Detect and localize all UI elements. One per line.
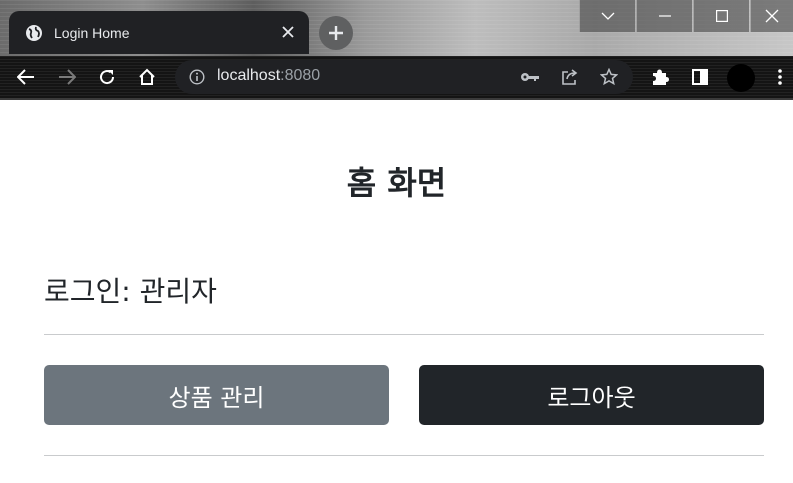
item-management-button[interactable]: 상품 관리 [44, 365, 389, 425]
more-vert-icon [778, 69, 782, 85]
logout-button[interactable]: 로그아웃 [419, 365, 764, 425]
divider [44, 455, 764, 456]
url-text[interactable]: localhost:8080 [217, 67, 320, 85]
tab-title: Login Home [54, 24, 130, 41]
divider [44, 334, 764, 335]
login-status: 로그인: 관리자 [44, 275, 217, 308]
browser-tab[interactable]: Login Home [9, 11, 309, 54]
side-panel-icon [692, 69, 708, 85]
close-icon[interactable] [279, 23, 297, 41]
minimize-button[interactable] [636, 0, 692, 32]
back-arrow-icon [17, 69, 34, 85]
address-bar[interactable]: localhost:8080 [175, 60, 633, 94]
forward-button[interactable] [53, 63, 81, 91]
tab-search-button[interactable] [579, 0, 635, 32]
window-close-button[interactable] [750, 0, 793, 32]
chevron-down-icon [601, 12, 614, 20]
key-icon[interactable] [519, 66, 541, 88]
info-icon[interactable] [188, 68, 206, 86]
plus-icon [329, 26, 343, 40]
home-button[interactable] [133, 63, 161, 91]
globe-icon [25, 24, 43, 42]
back-button[interactable] [12, 63, 40, 91]
side-panel-button[interactable] [686, 63, 714, 91]
browser-toolbar: localhost:8080 [0, 56, 793, 98]
extensions-button[interactable] [646, 63, 674, 91]
maximize-button[interactable] [693, 0, 749, 32]
forward-arrow-icon [59, 69, 76, 85]
puzzle-icon [653, 69, 669, 85]
reload-icon [100, 70, 115, 85]
maximize-icon [715, 10, 728, 22]
star-icon[interactable] [598, 66, 620, 88]
close-icon [765, 9, 779, 23]
avatar[interactable] [727, 64, 755, 92]
new-tab-button[interactable] [319, 16, 353, 50]
title-bar: Login Home [0, 0, 793, 56]
minimize-icon [658, 15, 671, 17]
page-title: 홈 화면 [346, 164, 447, 202]
browser-chrome: Login Home localhost:8080 [0, 0, 793, 100]
share-icon[interactable] [559, 66, 581, 88]
reload-button[interactable] [93, 63, 121, 91]
menu-button[interactable] [766, 63, 793, 91]
page-content: 홈 화면 로그인: 관리자 상품 관리 로그아웃 [0, 100, 793, 483]
home-icon [139, 68, 155, 85]
